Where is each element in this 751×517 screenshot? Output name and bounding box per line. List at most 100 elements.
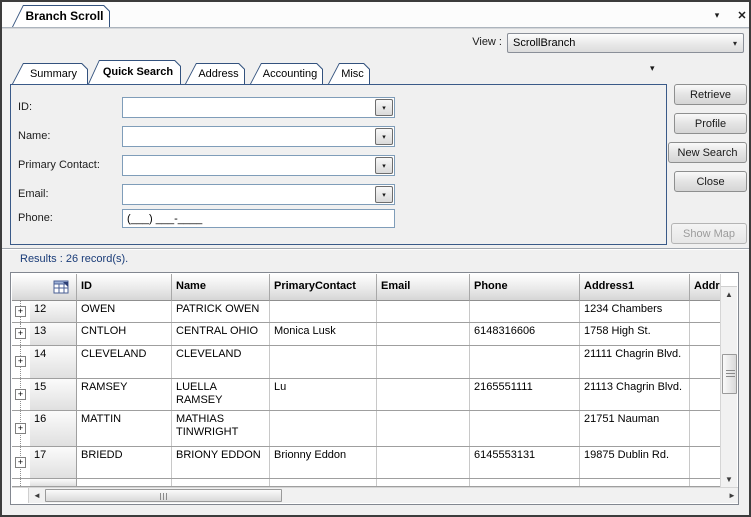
results-count-label: Results : 26 record(s).: [20, 253, 129, 265]
column-header-id[interactable]: ID: [77, 274, 172, 301]
row-number-cell[interactable]: 16: [30, 411, 77, 446]
column-header-phone[interactable]: Phone: [470, 274, 580, 301]
grid-selector-header-cell[interactable]: [12, 274, 77, 301]
titlebar: Branch Scroll ▾ ✕: [2, 2, 749, 27]
cell-email: [377, 379, 470, 410]
cell-phone: [470, 346, 580, 378]
expand-icon[interactable]: +: [15, 356, 26, 367]
cell-id: CLEVELAND: [77, 346, 172, 378]
tab-accounting[interactable]: Accounting: [250, 63, 323, 84]
tree-cell: +: [12, 411, 30, 446]
cell-id: [77, 479, 172, 486]
tab-quick-search[interactable]: Quick Search: [88, 60, 181, 84]
table-row[interactable]: + 13 CNTLOH CENTRAL OHIO Monica Lusk 614…: [12, 323, 720, 346]
view-label: View :: [472, 36, 502, 48]
expand-icon[interactable]: +: [15, 388, 26, 400]
grid-header-row: ID Name PrimaryContact Email Phone Addre…: [12, 274, 720, 301]
cell-email: [377, 346, 470, 378]
table-row[interactable]: + 12 OWEN PATRICK OWEN 1234 Chambers: [12, 301, 720, 323]
id-combobox[interactable]: ▾: [122, 97, 395, 118]
table-row[interactable]: + 17 BRIEDD BRIONY EDDON Brionny Eddon 6…: [12, 447, 720, 479]
document-tab-branch-scroll[interactable]: Branch Scroll: [12, 5, 110, 27]
cell-address1: 1234 Chambers: [580, 301, 690, 322]
close-icon[interactable]: ✕: [734, 7, 749, 23]
branch-scroll-window: Branch Scroll ▾ ✕ View : ScrollBranch ▾ …: [0, 0, 751, 517]
tab-misc[interactable]: Misc: [328, 63, 370, 84]
titlebar-divider: [2, 27, 749, 29]
cell-primarycontact: Lu: [270, 379, 377, 410]
column-header-name[interactable]: Name: [172, 274, 270, 301]
primary-contact-combobox[interactable]: ▾: [122, 155, 395, 176]
cell-phone: [470, 301, 580, 322]
column-header-email[interactable]: Email: [377, 274, 470, 301]
expand-icon[interactable]: +: [15, 422, 26, 434]
chevron-down-icon[interactable]: ▾: [375, 186, 393, 203]
retrieve-button[interactable]: Retrieve: [674, 84, 747, 105]
name-label: Name:: [18, 130, 51, 142]
cell-primarycontact: Monica Lusk: [270, 323, 377, 345]
email-input[interactable]: [123, 185, 375, 204]
primary-contact-input[interactable]: [123, 156, 375, 175]
row-number-cell[interactable]: 12: [30, 301, 77, 322]
row-number-cell[interactable]: 15: [30, 379, 77, 410]
grid-body: + 12 OWEN PATRICK OWEN 1234 Chambers + 1…: [12, 301, 720, 487]
name-input[interactable]: [123, 127, 375, 146]
table-row[interactable]: + 16 MATTIN MATHIAS TINWRIGHT 21751 Naum…: [12, 411, 720, 447]
cell-email: [377, 479, 470, 486]
cell-phone: 6148316606: [470, 323, 580, 345]
column-header-address1[interactable]: Address1: [580, 274, 690, 301]
id-input[interactable]: [123, 98, 375, 117]
vertical-scrollbar-thumb[interactable]: [722, 354, 737, 394]
close-button[interactable]: Close: [674, 171, 747, 192]
scroll-up-icon[interactable]: ▲: [721, 288, 737, 302]
tab-address[interactable]: Address: [185, 63, 245, 84]
chevron-down-icon[interactable]: ▾: [709, 7, 725, 23]
scroll-left-icon[interactable]: ◄: [30, 488, 44, 502]
cell-phone: [470, 479, 580, 486]
scroll-down-icon[interactable]: ▼: [721, 473, 737, 487]
row-number-cell[interactable]: 13: [30, 323, 77, 345]
email-combobox[interactable]: ▾: [122, 184, 395, 205]
profile-button[interactable]: Profile: [674, 113, 747, 134]
view-combobox[interactable]: ScrollBranch ▾: [507, 33, 744, 53]
row-number-cell: [30, 479, 77, 486]
cell-name: CLEVELAND: [172, 346, 270, 378]
cell-name: CENTRAL OHIO: [172, 323, 270, 345]
cell-phone: 2165551111: [470, 379, 580, 410]
tab-address-label: Address: [198, 67, 239, 80]
new-search-button[interactable]: New Search: [668, 142, 747, 163]
phone-input[interactable]: [122, 209, 395, 228]
tab-summary[interactable]: Summary: [12, 63, 88, 84]
scroll-right-icon[interactable]: ►: [725, 488, 738, 502]
table-row-partial[interactable]: [12, 479, 720, 487]
cell-id: BRIEDD: [77, 447, 172, 478]
tab-misc-label: Misc: [341, 67, 364, 80]
expand-icon[interactable]: +: [15, 456, 26, 468]
cell-primarycontact: [270, 301, 377, 322]
chevron-down-icon[interactable]: ▾: [375, 99, 393, 116]
row-number-cell[interactable]: 14: [30, 346, 77, 378]
show-map-button[interactable]: Show Map: [671, 223, 747, 244]
horizontal-scrollbar[interactable]: ◄ ►: [12, 487, 738, 503]
expand-icon[interactable]: +: [15, 328, 26, 339]
cell-name: MATHIAS TINWRIGHT: [172, 411, 270, 446]
horizontal-scrollbar-thumb[interactable]: [45, 489, 282, 502]
name-combobox[interactable]: ▾: [122, 126, 395, 147]
expand-icon[interactable]: +: [15, 305, 26, 317]
cell-address2: [690, 479, 720, 486]
column-header-address2[interactable]: Addres: [690, 274, 720, 301]
cell-phone: 6145553131: [470, 447, 580, 478]
tab-overflow-chevron-icon[interactable]: ▾: [650, 63, 655, 74]
table-row[interactable]: + 15 RAMSEY LUELLA RAMSEY Lu 2165551111 …: [12, 379, 720, 411]
column-header-primarycontact[interactable]: PrimaryContact: [270, 274, 377, 301]
tree-cell: +: [12, 447, 30, 478]
vertical-scrollbar[interactable]: ▲ ▼: [720, 274, 737, 487]
cell-email: [377, 301, 470, 322]
primary-contact-label: Primary Contact:: [18, 159, 100, 171]
table-row[interactable]: + 14 CLEVELAND CLEVELAND 21111 Chagrin B…: [12, 346, 720, 379]
chevron-down-icon[interactable]: ▾: [375, 157, 393, 174]
row-number-cell[interactable]: 17: [30, 447, 77, 478]
id-label: ID:: [18, 101, 33, 113]
tree-cell: +: [12, 323, 30, 345]
chevron-down-icon[interactable]: ▾: [375, 128, 393, 145]
